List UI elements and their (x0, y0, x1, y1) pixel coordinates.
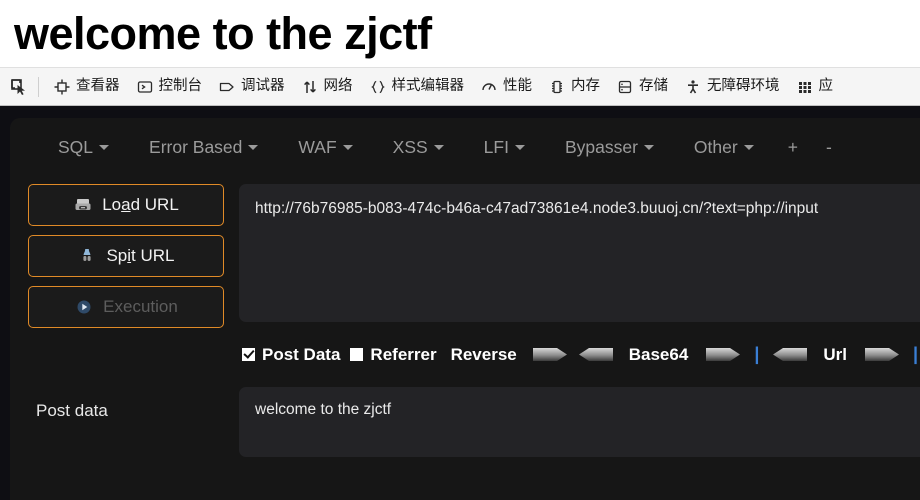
storage-icon (616, 78, 634, 96)
devtools-tab-label: 存储 (639, 78, 668, 95)
chevron-down-icon (643, 144, 654, 150)
devtools-tab-performance[interactable]: 性能 (472, 74, 540, 100)
hackbar-main-row: Load URL Spit URL Execution http://76b76… (10, 176, 920, 328)
chevron-down-icon (514, 144, 525, 150)
execution-icon (74, 297, 94, 317)
rendered-page-header: welcome to the zjctf (0, 0, 920, 68)
devtools-tab-accessibility[interactable]: 无障碍环境 (676, 74, 788, 100)
devtools-tab-memory[interactable]: 内存 (540, 74, 608, 100)
devtools-tab-label: 控制台 (158, 78, 203, 95)
menu-item-error-based[interactable]: Error Based (129, 133, 278, 162)
devtools-tab-label: 应 (818, 78, 834, 95)
hackbar-options-row: Post Data Referrer Reverse Base64 | Url … (10, 344, 920, 365)
load-url-label: Load URL (102, 195, 179, 214)
hackbar-panel: SQL Error Based WAF XSS LFI Bypasser Oth… (10, 118, 920, 500)
base64-label: Base64 (628, 344, 689, 364)
devtools-tab-label: 性能 (503, 78, 532, 95)
base64-encode-arrow-icon[interactable] (706, 346, 741, 363)
menu-item-other[interactable]: Other (674, 133, 774, 162)
devtools-tab-network[interactable]: 网络 (293, 74, 361, 100)
menu-item-lfi[interactable]: LFI (464, 133, 545, 162)
chevron-down-icon (342, 144, 353, 150)
menu-item-waf[interactable]: WAF (278, 133, 372, 162)
reverse-label: Reverse (450, 344, 517, 364)
page-title: welcome to the zjctf (14, 8, 432, 59)
remove-tab-button[interactable]: - (812, 133, 846, 162)
application-icon (796, 78, 814, 96)
hackbar-menu-bar: SQL Error Based WAF XSS LFI Bypasser Oth… (10, 118, 920, 176)
reverse-decode-arrow-icon[interactable] (578, 346, 613, 363)
post-data-input[interactable]: welcome to the zjctf (239, 387, 920, 457)
post-data-label: Post data (36, 401, 108, 420)
devtools-tab-debugger[interactable]: 调试器 (210, 74, 293, 100)
hackbar-page-background: SQL Error Based WAF XSS LFI Bypasser Oth… (0, 106, 920, 500)
post-data-field-wrapper: welcome to the zjctf (224, 387, 920, 457)
post-data-option-label[interactable]: Post Data (262, 345, 340, 365)
devtools-tab-label: 调试器 (241, 78, 285, 95)
accessibility-icon (684, 78, 702, 96)
url-field-wrapper: http://76b76985-b083-474c-b46a-c47ad7386… (224, 176, 920, 328)
chevron-down-icon (99, 144, 110, 150)
devtools-tab-console[interactable]: 控制台 (128, 74, 211, 100)
inspector-icon (53, 78, 71, 96)
referrer-option-label[interactable]: Referrer (370, 345, 436, 365)
memory-icon (548, 78, 566, 96)
menu-item-label: Other (693, 136, 738, 157)
console-icon (136, 78, 154, 96)
spit-url-button[interactable]: Spit URL (28, 235, 224, 277)
performance-icon (480, 78, 498, 96)
add-tab-button[interactable]: + (774, 133, 812, 162)
options-separator-1: | (754, 344, 760, 364)
menu-item-label: SQL (58, 136, 94, 157)
hackbar-action-buttons: Load URL Spit URL Execution (28, 176, 224, 328)
referrer-checkbox[interactable] (350, 348, 364, 361)
element-picker-icon[interactable] (6, 74, 32, 100)
menu-item-label: LFI (483, 136, 509, 157)
chevron-down-icon (248, 144, 259, 150)
menu-item-label: WAF (298, 136, 337, 157)
devtools-tab-inspector[interactable]: 查看器 (45, 74, 128, 100)
debugger-icon (218, 78, 236, 96)
devtools-toolbar: 查看器 控制台 调试器 网络 样式编辑器 性能 内存 存储 无障碍环境 应 (0, 68, 920, 106)
url-encoding-label: Url (823, 344, 847, 364)
chevron-down-icon (433, 144, 444, 150)
devtools-tab-label: 网络 (323, 78, 353, 95)
devtools-tab-label: 查看器 (76, 78, 120, 95)
devtools-tab-label: 无障碍环境 (707, 78, 780, 95)
reverse-encode-arrow-icon[interactable] (532, 346, 567, 363)
post-data-row: Post data welcome to the zjctf (10, 387, 920, 457)
devtools-tab-label: 内存 (571, 78, 600, 95)
post-data-checkbox[interactable] (242, 348, 255, 361)
execution-button[interactable]: Execution (28, 286, 224, 328)
spit-url-icon (77, 246, 97, 266)
spit-url-label: Spit URL (106, 246, 175, 265)
style-editor-icon (369, 78, 387, 96)
load-url-icon (73, 195, 93, 215)
devtools-tab-style-editor[interactable]: 样式编辑器 (361, 74, 473, 100)
menu-item-bypasser[interactable]: Bypasser (545, 133, 674, 162)
url-input[interactable]: http://76b76985-b083-474c-b46a-c47ad7386… (239, 184, 920, 322)
toolbar-separator (38, 76, 39, 97)
options-separator-2: | (912, 344, 919, 364)
url-encode-arrow-icon[interactable] (864, 346, 899, 363)
menu-item-label: Error Based (149, 136, 243, 157)
menu-item-label: Bypasser (564, 136, 638, 157)
chevron-down-icon (743, 144, 754, 150)
url-decode-arrow-icon[interactable] (773, 346, 808, 363)
devtools-tab-storage[interactable]: 存储 (608, 74, 676, 100)
network-icon (301, 78, 319, 96)
menu-item-label: XSS (392, 136, 428, 157)
execution-label: Execution (103, 297, 178, 316)
menu-item-xss[interactable]: XSS (373, 133, 464, 162)
devtools-tab-label: 样式编辑器 (391, 78, 465, 95)
load-url-button[interactable]: Load URL (28, 184, 224, 226)
devtools-tab-application[interactable]: 应 (788, 74, 842, 100)
menu-item-sql[interactable]: SQL (38, 133, 129, 162)
